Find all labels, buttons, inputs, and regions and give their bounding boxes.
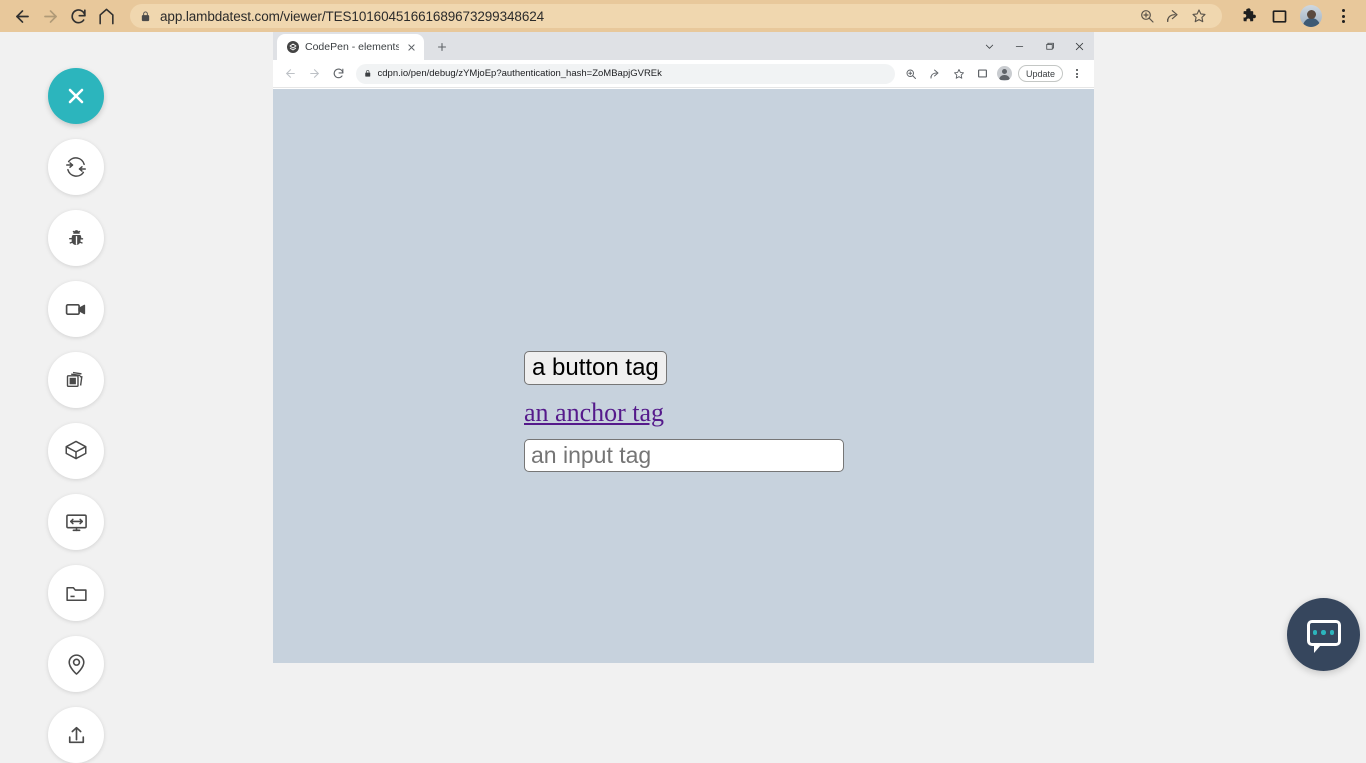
star-icon[interactable] <box>1186 3 1212 29</box>
back-arrow-icon[interactable] <box>8 2 36 30</box>
upload-icon <box>64 723 89 748</box>
folder-icon <box>64 581 89 606</box>
chevron-down-icon[interactable] <box>974 32 1004 60</box>
sidebar-item-resize-viewport[interactable] <box>48 494 104 550</box>
kebab-menu-icon[interactable] <box>1328 2 1358 30</box>
side-panel-icon[interactable] <box>971 62 995 86</box>
address-bar-url: app.lambdatest.com/viewer/TES10160451661… <box>160 9 544 24</box>
close-x-icon <box>64 84 88 108</box>
zoom-in-icon[interactable] <box>1134 3 1160 29</box>
sidebar-item-screenshots[interactable] <box>48 352 104 408</box>
inner-omnibox[interactable]: cdpn.io/pen/debug/zYMjoEp?authentication… <box>356 64 895 84</box>
a-button-tag[interactable]: a button tag <box>524 351 667 385</box>
inner-tab-strip: CodePen - elements with default <box>273 32 1094 60</box>
bug-icon <box>65 227 88 250</box>
monitor-resize-icon <box>64 510 89 535</box>
minimize-icon[interactable] <box>1004 32 1034 60</box>
star-icon[interactable] <box>947 62 971 86</box>
cube-icon <box>63 438 89 464</box>
page-viewport: a button tag an anchor tag <box>273 89 1094 663</box>
window-controls <box>974 32 1094 60</box>
sidebar-item-upload[interactable] <box>48 707 104 763</box>
inner-address-bar: cdpn.io/pen/debug/zYMjoEp?authentication… <box>273 60 1094 88</box>
sidebar-item-devtools-cube[interactable] <box>48 423 104 479</box>
page-content: a button tag an anchor tag <box>524 351 844 472</box>
sidebar-item-files[interactable] <box>48 565 104 621</box>
lambdatest-sidebar <box>0 32 273 663</box>
device-browser-window: CodePen - elements with default <box>273 32 1094 663</box>
omnibox[interactable]: app.lambdatest.com/viewer/TES10160451661… <box>130 4 1222 28</box>
home-icon[interactable] <box>92 2 120 30</box>
kebab-menu-icon[interactable] <box>1065 62 1089 86</box>
profile-icon[interactable] <box>997 66 1012 81</box>
an-input-tag[interactable] <box>524 439 844 472</box>
close-icon[interactable] <box>1064 32 1094 60</box>
reload-icon[interactable] <box>326 62 350 86</box>
rotate-sync-icon <box>63 154 89 180</box>
sidebar-item-rotate-device[interactable] <box>48 139 104 195</box>
gallery-stack-icon <box>64 368 88 392</box>
maximize-icon[interactable] <box>1034 32 1064 60</box>
video-camera-icon <box>64 297 89 322</box>
browser-tab[interactable]: CodePen - elements with default <box>277 34 424 60</box>
sidebar-item-record-video[interactable] <box>48 281 104 337</box>
lock-icon <box>364 69 372 78</box>
reload-icon[interactable] <box>64 2 92 30</box>
zoom-in-icon[interactable] <box>899 62 923 86</box>
update-button[interactable]: Update <box>1018 65 1063 82</box>
sidebar-action-rail <box>48 68 104 763</box>
tab-close-icon[interactable] <box>405 41 418 54</box>
forward-arrow-icon[interactable] <box>36 2 64 30</box>
side-panel-icon[interactable] <box>1264 2 1294 30</box>
outer-browser-toolbar: app.lambdatest.com/viewer/TES10160451661… <box>0 0 1366 32</box>
chat-bubble-icon <box>1307 620 1341 646</box>
share-icon[interactable] <box>1160 3 1186 29</box>
map-pin-icon <box>64 652 89 677</box>
sidebar-item-close-session[interactable] <box>48 68 104 124</box>
codepen-favicon <box>287 41 299 53</box>
puzzle-piece-icon[interactable] <box>1234 2 1264 30</box>
forward-arrow-icon[interactable] <box>302 62 326 86</box>
sidebar-item-geolocation[interactable] <box>48 636 104 692</box>
user-avatar[interactable] <box>1300 5 1322 27</box>
plus-icon[interactable] <box>430 35 454 59</box>
an-anchor-tag[interactable]: an anchor tag <box>524 399 664 428</box>
inner-address-bar-url: cdpn.io/pen/debug/zYMjoEp?authentication… <box>378 68 662 79</box>
sidebar-item-report-bug[interactable] <box>48 210 104 266</box>
support-chat-button[interactable] <box>1287 598 1360 671</box>
lock-icon <box>140 10 151 23</box>
share-icon[interactable] <box>923 62 947 86</box>
browser-tab-title: CodePen - elements with default <box>305 41 399 53</box>
back-arrow-icon[interactable] <box>278 62 302 86</box>
